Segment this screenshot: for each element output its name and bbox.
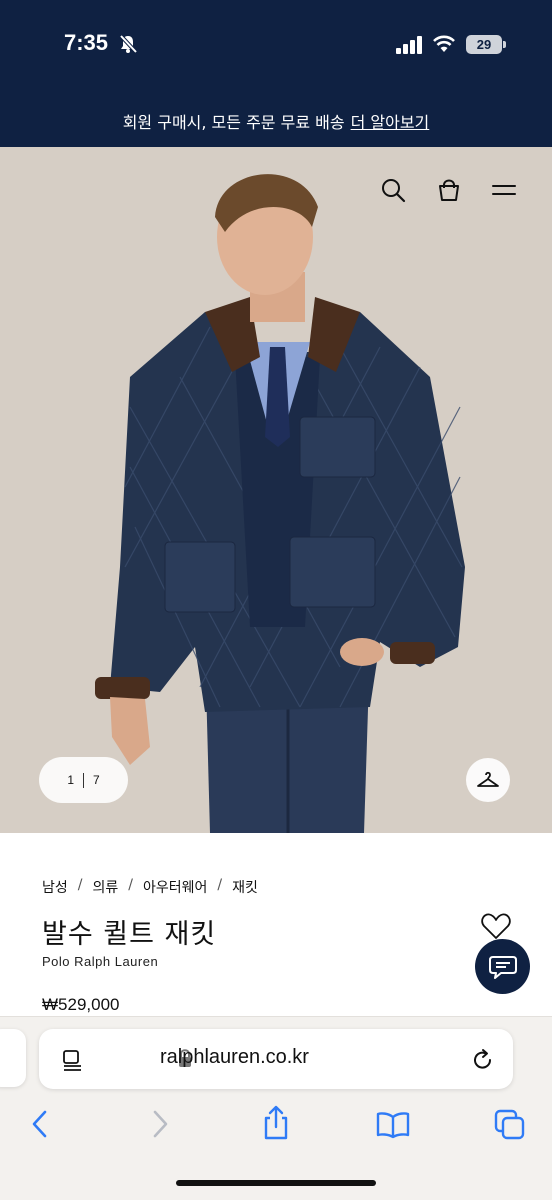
forward-chevron-icon[interactable] [150,1109,170,1139]
bag-icon[interactable] [436,177,462,203]
battery-tip [503,41,506,48]
breadcrumb-separator: / [77,877,83,893]
pager-total: 7 [93,773,100,787]
battery-indicator: 29 [466,35,502,54]
search-icon[interactable] [380,177,406,203]
product-page: 7:35 29 회원 구매시, 모든 주문 무료 배송 더 알아보기 1 7 남… [0,0,552,1200]
pager-divider [83,772,84,788]
browser-toolbar: ralphlauren.co.kr [0,1016,552,1200]
back-chevron-icon[interactable] [30,1109,50,1139]
url-text[interactable]: ralphlauren.co.kr [160,1046,309,1069]
breadcrumb-item[interactable]: 아우터웨어 [143,877,207,897]
share-icon[interactable] [261,1105,291,1141]
tabs-icon[interactable] [494,1109,526,1141]
bell-muted-icon [119,34,138,54]
product-brand: Polo Ralph Lauren [42,954,159,969]
promo-text: 회원 구매시, 모든 주문 무료 배송 [122,113,345,132]
breadcrumb-separator: / [217,877,223,893]
hanger-icon [477,771,499,787]
breadcrumb-item[interactable]: 재킷 [232,877,258,897]
wifi-icon [433,35,455,52]
product-image-gallery[interactable]: 1 7 [0,147,552,833]
reload-icon[interactable] [471,1048,495,1072]
status-bar: 7:35 29 [0,0,552,95]
chat-button[interactable] [475,939,530,994]
promo-banner: 회원 구매시, 모든 주문 무료 배송 더 알아보기 [0,95,552,147]
menu-icon[interactable] [491,177,517,203]
page-settings-icon[interactable] [61,1048,85,1072]
chat-bubble-icon [488,955,517,979]
hanger-button[interactable] [466,758,510,802]
promo-learn-more-link[interactable]: 더 알아보기 [351,109,430,133]
image-pager[interactable]: 1 7 [39,757,128,803]
pager-current: 1 [67,773,74,787]
breadcrumb: 남성 / 의류 / 아우터웨어 / 재킷 [42,877,258,897]
breadcrumb-item[interactable]: 남성 [42,877,68,897]
cellular-signal-icon [396,36,422,54]
breadcrumb-item[interactable]: 의류 [92,877,118,897]
wishlist-heart-icon[interactable] [481,912,511,940]
product-photo [0,147,552,833]
status-time: 7:35 [64,30,109,55]
bookmarks-icon[interactable] [376,1111,410,1139]
previous-tab-preview[interactable] [0,1029,26,1087]
breadcrumb-separator: / [128,877,133,893]
product-title: 발수 퀼트 재킷 [42,919,217,950]
home-indicator [176,1180,376,1186]
product-price: ₩529,000 [42,995,120,1014]
